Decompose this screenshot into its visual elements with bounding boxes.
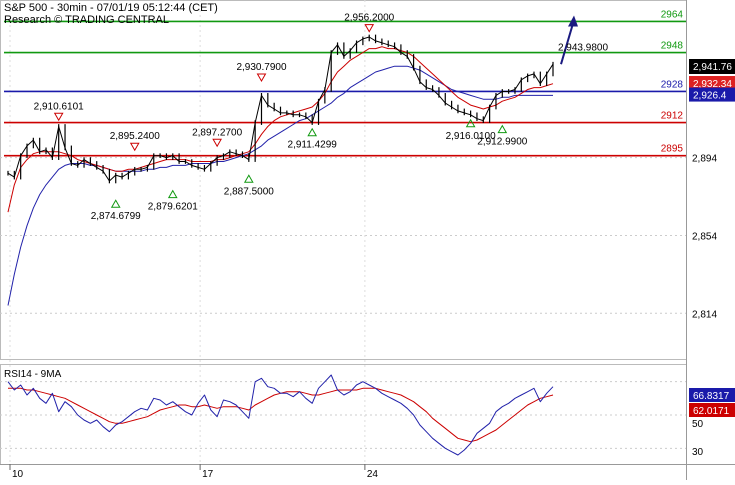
low-marker [243,174,254,183]
annotation-label: 2,956.2000 [344,13,394,24]
annotation-label: 2,879.6201 [148,202,198,213]
level-layer: 2964 2948 2928 2912 2895 [4,9,686,157]
y-tick-label: 2,894 [692,154,717,165]
rsi-value-label: 66.8317 [693,391,730,402]
rsi-tick-label-50: 50 [692,419,704,430]
annotation-label: 2,887.5000 [224,186,274,197]
rsi-label: RSI14 - 9MA [4,369,62,380]
annotation-label: 2,897.2700 [192,127,242,138]
x-tick-label: 10 [12,469,24,480]
series-layer [7,34,554,306]
annotation-label: 2,874.6799 [91,211,141,222]
level-label-resistance: 2964 [661,9,684,20]
level-label-resistance: 2948 [661,41,684,52]
high-marker [364,24,375,33]
annotation-label: 2,895.2400 [110,131,160,142]
high-marker [129,142,140,152]
price-badge-label: 2,926.4 [693,91,727,102]
level-label-support: 2895 [661,144,684,155]
x-tick-label: 24 [367,469,379,480]
low-marker [110,199,121,208]
annotation-label: 2,930.7900 [236,62,286,73]
high-marker [212,138,222,148]
annotation-label: 2,910.6101 [34,101,84,112]
annotation-label: 2,943.9800 [558,42,608,53]
rsi-tick-label-30: 30 [692,447,704,458]
annotation-label: 2,911.4299 [288,140,338,151]
annotation-label: 2,912.9900 [477,137,527,148]
level-label-pivot: 2928 [661,79,684,90]
rsi-layer [0,374,686,456]
high-marker [256,73,267,83]
chart-subtitle: Research © TRADING CENTRAL [4,14,169,26]
rsi-ma-label: 62.0171 [693,406,730,417]
price-chart: 2964 2948 2928 2912 2895 2,910.6101 2,874.679… [0,0,735,480]
low-marker [167,189,178,199]
y-tick-label: 2,814 [692,309,717,320]
low-marker [307,127,318,137]
high-marker [53,112,64,122]
x-tick-label: 17 [202,469,214,480]
low-marker [497,124,508,134]
rsi-panel-border [0,364,687,465]
current-price-label: 2,941.76 [693,62,732,73]
level-label-support: 2912 [661,111,684,122]
annotation-layer: 2,910.6101 2,874.6799 2,895.2400 2,879.6201… [34,13,609,223]
ma-long-line [7,65,553,306]
chart-title: S&P 500 - 30min - 07/01/19 05:12:44 (CET… [4,2,218,14]
chart-root: 2964 2948 2928 2912 2895 2,910.6101 2,874.679… [0,0,735,480]
y-tick-label: 2,854 [692,231,717,242]
